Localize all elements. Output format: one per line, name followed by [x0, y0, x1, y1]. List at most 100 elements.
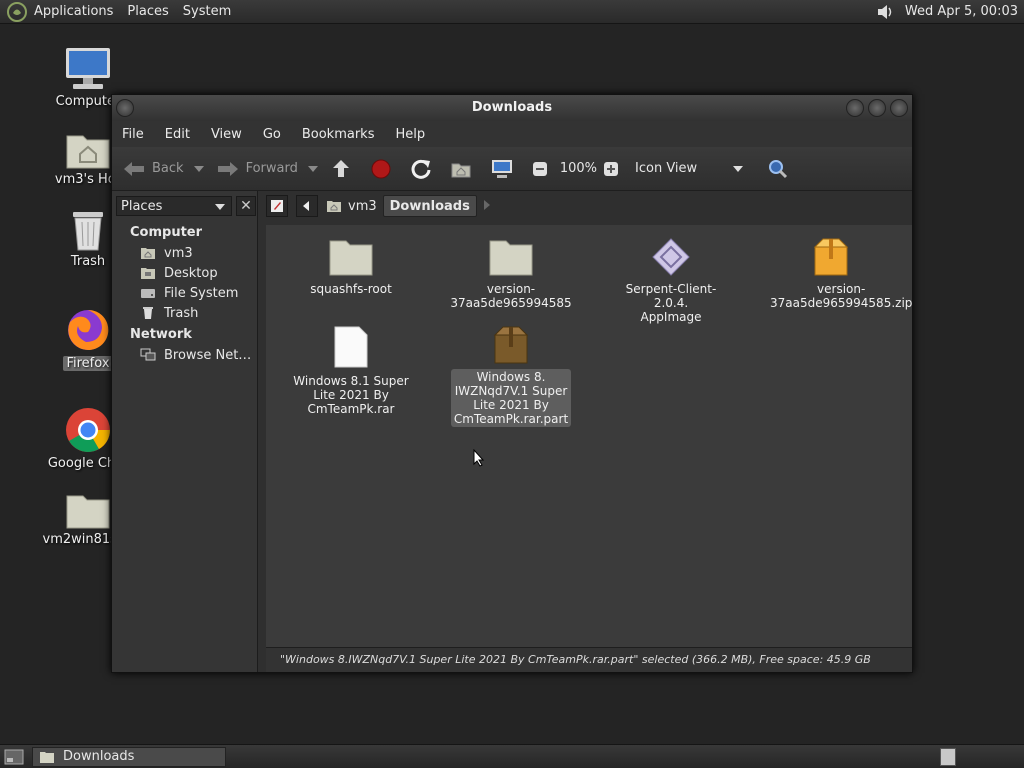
bottom-panel: Downloads	[0, 744, 1024, 768]
menu-go[interactable]: Go	[263, 127, 281, 142]
home-icon	[451, 163, 471, 177]
up-button[interactable]	[330, 158, 358, 180]
system-menu[interactable]: System	[183, 4, 231, 19]
chevron-left-icon	[303, 201, 309, 211]
forward-history-dropdown[interactable]	[307, 165, 318, 172]
zoom-in-icon	[604, 161, 619, 176]
menu-edit[interactable]: Edit	[165, 127, 190, 142]
file-view[interactable]: squashfs-root version- 37aa5de965994585 …	[266, 225, 912, 647]
home-folder-icon	[141, 248, 155, 259]
sidebar-item-browse-network[interactable]: Browse Net…	[112, 345, 257, 365]
computer-icon	[66, 48, 110, 89]
file-item-selected[interactable]: Windows 8. IWZNqd7V.1 Super Lite 2021 By…	[447, 325, 575, 427]
volume-icon[interactable]	[875, 2, 895, 22]
minimize-button[interactable]	[846, 99, 864, 117]
menubar: File Edit View Go Bookmarks Help	[112, 121, 912, 147]
file-item[interactable]: version- 37aa5de965994585	[447, 237, 575, 311]
zoom-in-button[interactable]	[603, 161, 625, 177]
file-item[interactable]: version- 37aa5de965994585.zip	[767, 237, 912, 311]
network-icon	[140, 348, 156, 361]
zoom-out-button[interactable]	[532, 161, 554, 177]
applications-menu[interactable]: Applications	[34, 4, 113, 19]
zoom-out-icon	[532, 161, 547, 176]
edit-icon	[271, 200, 283, 212]
sidebar-item-label: Trash	[164, 305, 199, 321]
window-menu-button[interactable]	[116, 99, 134, 117]
file-name: Windows 8.1 Super Lite 2021 By CmTeamPk.…	[293, 374, 409, 416]
forward-label: Forward	[245, 161, 298, 176]
sidebar-section-network: Network	[130, 327, 192, 342]
breadcrumb-label: Downloads	[389, 198, 470, 214]
maximize-button[interactable]	[868, 99, 886, 117]
workspace-switcher[interactable]	[940, 748, 956, 766]
sidebar: Places ✕ Computer vm3 Desktop File Syste…	[112, 191, 258, 672]
search-button[interactable]	[767, 158, 795, 180]
computer-button[interactable]	[490, 158, 520, 180]
up-arrow-icon	[332, 159, 349, 177]
show-desktop-icon[interactable]	[4, 748, 24, 766]
close-button[interactable]	[890, 99, 908, 117]
sidebar-item-desktop[interactable]: Desktop	[112, 263, 257, 283]
folder-icon	[40, 751, 54, 763]
zoom-level[interactable]: 100%	[560, 161, 597, 176]
sidebar-section-computer: Computer	[130, 225, 203, 240]
file-item[interactable]: Windows 8.1 Super Lite 2021 By CmTeamPk.…	[287, 325, 415, 417]
file-item[interactable]: Serpent-Client-2.0.4. AppImage	[607, 237, 735, 325]
status-bar: "Windows 8.IWZNqd7V.1 Super Lite 2021 By…	[266, 647, 912, 672]
chevron-down-icon	[733, 165, 744, 172]
sidebar-header: Places ✕	[112, 191, 257, 221]
file-name: Windows 8. IWZNqd7V.1 Super Lite 2021 By…	[450, 369, 572, 427]
back-label: Back	[152, 161, 184, 176]
breadcrumb-downloads[interactable]: Downloads	[382, 195, 477, 217]
menu-help[interactable]: Help	[395, 127, 425, 142]
back-button[interactable]: Back	[122, 159, 204, 179]
sidebar-close-button[interactable]: ✕	[236, 196, 256, 216]
home-folder-icon	[66, 135, 110, 169]
sidebar-item-file-system[interactable]: File System	[112, 283, 257, 303]
window-titlebar[interactable]: Downloads	[112, 95, 912, 121]
path-scroll-left-button[interactable]	[296, 195, 318, 217]
sidebar-item-label: Desktop	[164, 265, 218, 281]
path-scroll-right-button[interactable]	[483, 199, 491, 214]
view-mode-select[interactable]: Icon View	[635, 161, 744, 176]
forward-arrow-icon	[217, 161, 238, 176]
trash-icon	[143, 307, 153, 319]
sidebar-item-label: vm3	[164, 245, 193, 261]
breadcrumb-vm3[interactable]: vm3	[320, 195, 383, 217]
sidebar-item-label: File System	[164, 285, 239, 301]
file-item[interactable]: squashfs-root	[287, 237, 415, 297]
stop-button[interactable]	[370, 158, 398, 180]
toggle-location-button[interactable]	[266, 195, 288, 217]
sidebar-item-trash[interactable]: Trash	[112, 303, 257, 323]
file-name: version- 37aa5de965994585.zip	[770, 282, 913, 310]
menu-view[interactable]: View	[211, 127, 242, 142]
places-menu[interactable]: Places	[127, 4, 168, 19]
taskbar-item-downloads[interactable]: Downloads	[32, 746, 226, 767]
home-button[interactable]	[450, 159, 478, 179]
forward-button[interactable]: Forward	[216, 159, 318, 179]
desktop-folder-icon	[141, 268, 155, 279]
menu-file[interactable]: File	[122, 127, 144, 142]
sidebar-selector[interactable]: Places	[116, 196, 232, 216]
trash-icon	[73, 212, 103, 251]
desktop-icon-label: Trash	[70, 254, 106, 269]
view-mode-value: Icon View	[635, 161, 698, 176]
back-history-dropdown[interactable]	[193, 165, 204, 172]
sidebar-item-vm3[interactable]: vm3	[112, 243, 257, 263]
menu-bookmarks[interactable]: Bookmarks	[302, 127, 375, 142]
stop-icon	[371, 159, 391, 178]
file-name: squashfs-root	[310, 282, 392, 296]
sidebar-item-label: Browse Net…	[164, 347, 252, 363]
gnome-foot-icon[interactable]	[6, 1, 28, 23]
search-icon	[769, 159, 788, 178]
file-name: version- 37aa5de965994585	[450, 282, 572, 310]
mouse-cursor-icon	[473, 449, 485, 467]
reload-button[interactable]	[410, 158, 438, 180]
chevron-down-icon	[215, 204, 225, 210]
back-arrow-icon	[124, 161, 144, 176]
folder-icon	[66, 495, 110, 529]
zip-archive-icon	[813, 238, 849, 276]
clock[interactable]: Wed Apr 5, 00:03	[905, 4, 1018, 19]
breadcrumb-label: vm3	[348, 198, 377, 214]
folder-icon	[329, 240, 373, 276]
